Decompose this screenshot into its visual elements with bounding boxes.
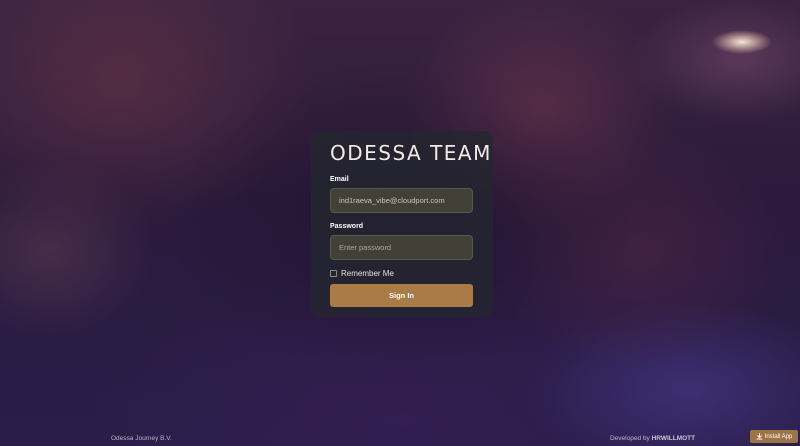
remember-me-label[interactable]: Remember Me [341, 269, 394, 278]
download-icon [756, 433, 763, 440]
login-card: ODESSA TEAM Email Password Remember Me S… [311, 131, 493, 317]
developed-by-text: Developed by [610, 435, 650, 442]
remember-me-row: Remember Me [330, 268, 474, 278]
password-label: Password [330, 223, 364, 230]
remember-me-checkbox[interactable] [330, 269, 337, 277]
email-label: Email [330, 176, 349, 183]
sign-in-button[interactable]: Sign In [330, 284, 473, 307]
brand-logo: ODESSA TEAM [330, 141, 492, 165]
footer-company: Odessa Journey B.V. [111, 435, 172, 442]
developer-link[interactable]: HRWILLMOTT [652, 435, 696, 442]
install-app-button[interactable]: Install App [750, 430, 798, 443]
footer-credit: Developed by HRWILLMOTT [610, 435, 695, 442]
install-app-label: Install App [764, 433, 793, 440]
email-field[interactable] [330, 188, 473, 213]
password-field[interactable] [330, 235, 473, 260]
